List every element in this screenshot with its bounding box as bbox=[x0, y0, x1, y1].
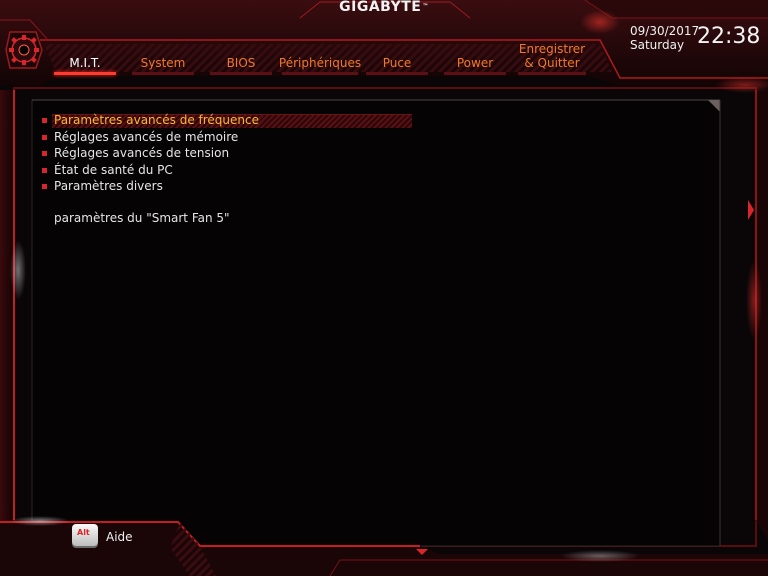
menu-item-label: Réglages avancés de mémoire bbox=[54, 129, 239, 144]
bios-frame-background bbox=[0, 0, 768, 576]
tab-label: BIOS bbox=[226, 56, 256, 70]
tab-underline bbox=[282, 72, 358, 75]
tab-underline bbox=[518, 72, 586, 75]
tab-power[interactable]: Power bbox=[440, 40, 510, 76]
date-display: 09/30/2017 Saturday bbox=[630, 24, 699, 52]
bullet-icon bbox=[42, 134, 47, 140]
menu-item-memory-settings[interactable]: Réglages avancés de mémoire bbox=[40, 129, 720, 146]
tab-label: Power bbox=[456, 56, 494, 70]
active-tab-indicator bbox=[54, 72, 116, 75]
tab-underline bbox=[444, 72, 506, 75]
tab-label: System bbox=[140, 56, 186, 70]
item-description: paramètres du "Smart Fan 5" bbox=[54, 211, 230, 225]
menu-item-label: Réglages avancés de tension bbox=[54, 146, 230, 161]
menu-item-label: Paramètres avancés de fréquence bbox=[54, 113, 259, 127]
main-tab-bar: M.I.T. System BIOS Périphériques Puce Po… bbox=[48, 40, 608, 76]
date-text: 09/30/2017 bbox=[630, 24, 700, 38]
tab-puce[interactable]: Puce bbox=[362, 40, 432, 76]
brand-name: GIGABYTE bbox=[339, 0, 422, 15]
tab-peripheriques[interactable]: Périphériques bbox=[278, 40, 362, 76]
tab-system[interactable]: System bbox=[128, 40, 198, 76]
alt-key-button[interactable]: Alt bbox=[72, 524, 98, 546]
time-display: 22:38 bbox=[697, 24, 761, 49]
menu-item-label: Paramètres divers bbox=[54, 179, 163, 194]
tab-underline bbox=[132, 72, 194, 75]
menu-item-pc-health[interactable]: État de santé du PC bbox=[40, 162, 720, 179]
tab-underline bbox=[366, 72, 428, 75]
trademark-mark: ™ bbox=[422, 3, 429, 10]
bullet-icon bbox=[42, 118, 47, 123]
menu-item-misc-settings[interactable]: Paramètres divers bbox=[40, 178, 720, 195]
bullet-icon bbox=[42, 167, 47, 173]
tab-label: M.I.T. bbox=[69, 56, 101, 70]
alt-key-label: Alt bbox=[77, 528, 90, 537]
tab-bios[interactable]: BIOS bbox=[206, 40, 276, 76]
menu-item-label: État de santé du PC bbox=[54, 162, 173, 177]
tab-label: Puce bbox=[382, 56, 412, 70]
settings-gear-icon[interactable] bbox=[4, 26, 44, 74]
help-label: Aide bbox=[106, 530, 133, 544]
tab-save-exit[interactable]: Enregistrer & Quitter bbox=[514, 40, 590, 76]
menu-item-frequency-settings[interactable]: Paramètres avancés de fréquence bbox=[40, 112, 720, 129]
bullet-icon bbox=[42, 151, 47, 157]
tab-underline bbox=[210, 72, 272, 75]
tab-label: Périphériques bbox=[278, 56, 362, 70]
gigabyte-logo: GIGABYTE™ bbox=[302, 0, 466, 16]
tab-mit[interactable]: M.I.T. bbox=[50, 40, 120, 76]
day-text: Saturday bbox=[630, 38, 685, 52]
menu-item-voltage-settings[interactable]: Réglages avancés de tension bbox=[40, 145, 720, 162]
bullet-icon bbox=[42, 184, 47, 190]
settings-menu-list: Paramètres avancés de fréquence Réglages… bbox=[40, 112, 720, 195]
tab-label: Enregistrer & Quitter bbox=[518, 42, 586, 70]
